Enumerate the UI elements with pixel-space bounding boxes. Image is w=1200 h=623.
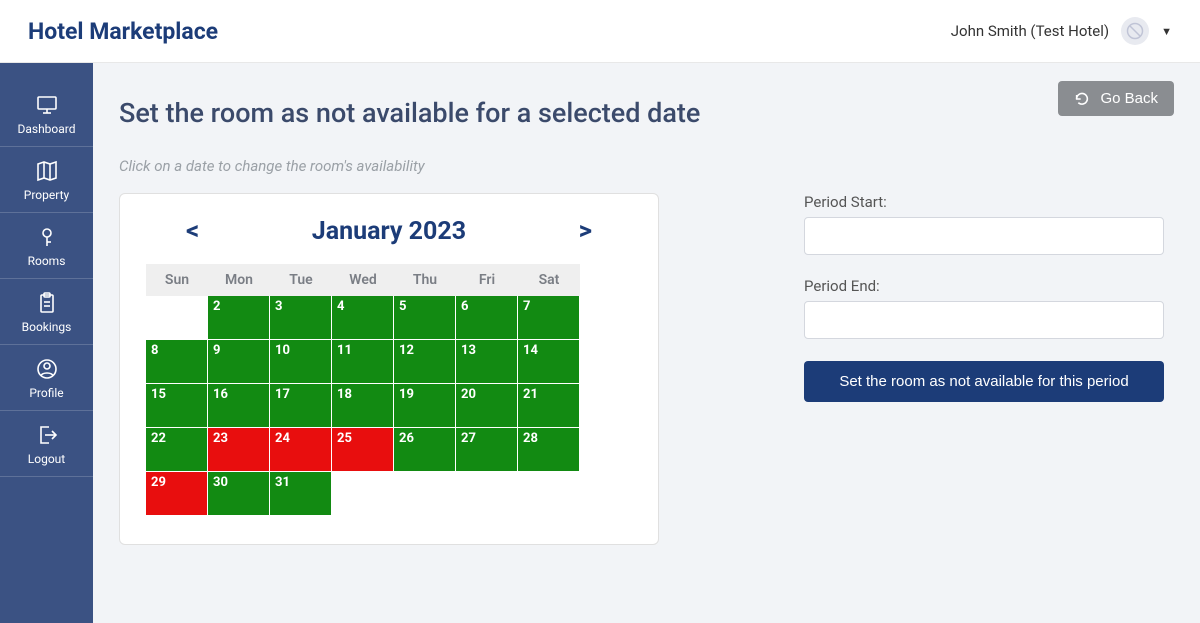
calendar-next-button[interactable]: > bbox=[579, 216, 592, 246]
calendar-day[interactable]: 11 bbox=[332, 340, 394, 384]
page-title: Set the room as not available for a sele… bbox=[119, 97, 1174, 129]
period-start-input[interactable] bbox=[804, 217, 1164, 255]
period-end-input[interactable] bbox=[804, 301, 1164, 339]
calendar-day[interactable]: 20 bbox=[456, 384, 518, 428]
calendar-day[interactable]: 12 bbox=[394, 340, 456, 384]
calendar-dow: Thu bbox=[394, 264, 456, 296]
sidebar-item-logout[interactable]: Logout bbox=[0, 411, 93, 477]
calendar-day[interactable]: 30 bbox=[208, 472, 270, 516]
submit-period-button[interactable]: Set the room as not available for this p… bbox=[804, 361, 1164, 402]
calendar-day[interactable]: 5 bbox=[394, 296, 456, 340]
sidebar-item-profile[interactable]: Profile bbox=[0, 345, 93, 411]
calendar-day[interactable]: 13 bbox=[456, 340, 518, 384]
calendar-day[interactable]: 24 bbox=[270, 428, 332, 472]
calendar-day[interactable]: 31 bbox=[270, 472, 332, 516]
sidebar-item-dashboard[interactable]: Dashboard bbox=[0, 81, 93, 147]
sidebar-item-property[interactable]: Property bbox=[0, 147, 93, 213]
calendar-dow: Fri bbox=[456, 264, 518, 296]
period-end-label: Period End: bbox=[804, 277, 1164, 295]
calendar-day[interactable]: 25 bbox=[332, 428, 394, 472]
user-label: John Smith (Test Hotel) bbox=[951, 22, 1109, 40]
calendar-day[interactable]: 6 bbox=[456, 296, 518, 340]
sidebar: Dashboard Property Rooms Bookings Profil… bbox=[0, 63, 93, 623]
calendar-day[interactable]: 19 bbox=[394, 384, 456, 428]
map-icon bbox=[35, 159, 59, 183]
calendar-day-blank bbox=[146, 296, 208, 340]
refresh-icon bbox=[1074, 91, 1090, 107]
calendar-dow: Sun bbox=[146, 264, 208, 296]
calendar-day[interactable]: 8 bbox=[146, 340, 208, 384]
calendar-dow: Sat bbox=[518, 264, 580, 296]
calendar-day[interactable]: 16 bbox=[208, 384, 270, 428]
calendar-dow: Wed bbox=[332, 264, 394, 296]
calendar-day[interactable]: 29 bbox=[146, 472, 208, 516]
calendar-day[interactable]: 27 bbox=[456, 428, 518, 472]
calendar-day[interactable]: 2 bbox=[208, 296, 270, 340]
sidebar-item-label: Logout bbox=[28, 452, 65, 466]
chevron-down-icon: ▼ bbox=[1161, 25, 1172, 38]
go-back-label: Go Back bbox=[1100, 90, 1158, 107]
calendar-day[interactable]: 18 bbox=[332, 384, 394, 428]
sidebar-item-bookings[interactable]: Bookings bbox=[0, 279, 93, 345]
sidebar-item-label: Dashboard bbox=[17, 122, 75, 136]
header: Hotel Marketplace John Smith (Test Hotel… bbox=[0, 0, 1200, 63]
calendar-day[interactable]: 9 bbox=[208, 340, 270, 384]
calendar-day[interactable]: 26 bbox=[394, 428, 456, 472]
calendar-day[interactable]: 17 bbox=[270, 384, 332, 428]
calendar-day[interactable]: 21 bbox=[518, 384, 580, 428]
avatar bbox=[1121, 17, 1149, 45]
calendar-dow: Tue bbox=[270, 264, 332, 296]
calendar-day[interactable]: 4 bbox=[332, 296, 394, 340]
calendar-day[interactable]: 14 bbox=[518, 340, 580, 384]
clipboard-icon bbox=[35, 291, 59, 315]
sidebar-item-label: Bookings bbox=[22, 320, 72, 334]
period-form: Period Start: Period End: Set the room a… bbox=[804, 193, 1164, 402]
sidebar-item-label: Profile bbox=[29, 386, 63, 400]
sidebar-item-label: Rooms bbox=[28, 254, 66, 268]
user-menu[interactable]: John Smith (Test Hotel) ▼ bbox=[951, 17, 1172, 45]
calendar-grid: SunMonTueWedThuFriSat2345678910111213141… bbox=[146, 264, 632, 516]
period-start-label: Period Start: bbox=[804, 193, 1164, 211]
calendar-card: < January 2023 > SunMonTueWedThuFriSat23… bbox=[119, 193, 659, 545]
sidebar-item-rooms[interactable]: Rooms bbox=[0, 213, 93, 279]
calendar-day[interactable]: 22 bbox=[146, 428, 208, 472]
user-icon bbox=[1126, 22, 1144, 40]
sidebar-item-label: Property bbox=[24, 188, 69, 202]
key-icon bbox=[35, 225, 59, 249]
main-content: Go Back Set the room as not available fo… bbox=[93, 63, 1200, 623]
calendar-day[interactable]: 3 bbox=[270, 296, 332, 340]
brand-title[interactable]: Hotel Marketplace bbox=[28, 18, 218, 45]
page-hint: Click on a date to change the room's ava… bbox=[119, 157, 1174, 175]
calendar-day[interactable]: 7 bbox=[518, 296, 580, 340]
calendar-prev-button[interactable]: < bbox=[186, 216, 199, 246]
calendar-dow: Mon bbox=[208, 264, 270, 296]
calendar-day[interactable]: 23 bbox=[208, 428, 270, 472]
calendar-day[interactable]: 28 bbox=[518, 428, 580, 472]
calendar-day[interactable]: 10 bbox=[270, 340, 332, 384]
logout-icon bbox=[35, 423, 59, 447]
profile-icon bbox=[35, 357, 59, 381]
calendar-day[interactable]: 15 bbox=[146, 384, 208, 428]
calendar-month-label: January 2023 bbox=[312, 217, 466, 246]
go-back-button[interactable]: Go Back bbox=[1058, 81, 1174, 116]
monitor-icon bbox=[35, 93, 59, 117]
